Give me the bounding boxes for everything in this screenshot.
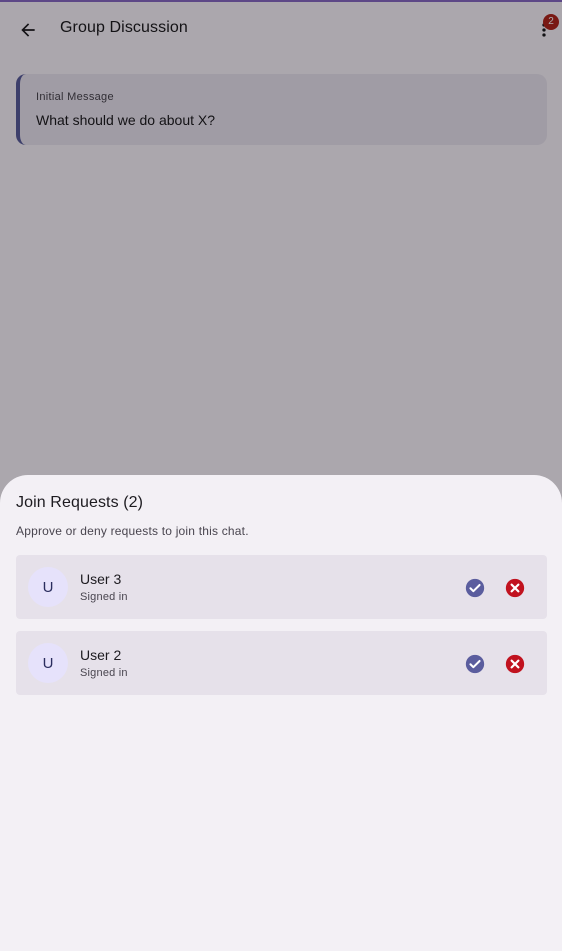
sheet-title: Join Requests (2) — [16, 494, 144, 511]
deny-button[interactable] — [502, 651, 528, 677]
avatar: U — [28, 567, 68, 607]
approve-button[interactable] — [462, 651, 488, 677]
cancel-circle-icon — [505, 654, 525, 674]
join-requests-sheet: Join Requests (2) Approve or deny reques… — [0, 475, 562, 951]
request-item-user-2: U User 2 Signed in — [16, 631, 547, 695]
request-item-user-3: U User 3 Signed in — [16, 555, 547, 619]
request-user-status: Signed in — [80, 591, 128, 603]
deny-button[interactable] — [502, 575, 528, 601]
check-circle-icon — [465, 654, 485, 674]
request-list: U User 3 Signed in U User 2 Signed in — [16, 555, 547, 707]
request-user-name: User 2 — [80, 647, 122, 663]
approve-button[interactable] — [462, 575, 488, 601]
sheet-subtitle: Approve or deny requests to join this ch… — [16, 524, 249, 538]
request-user-status: Signed in — [80, 667, 128, 679]
avatar: U — [28, 643, 68, 683]
request-user-name: User 3 — [80, 571, 122, 587]
cancel-circle-icon — [505, 578, 525, 598]
check-circle-icon — [465, 578, 485, 598]
